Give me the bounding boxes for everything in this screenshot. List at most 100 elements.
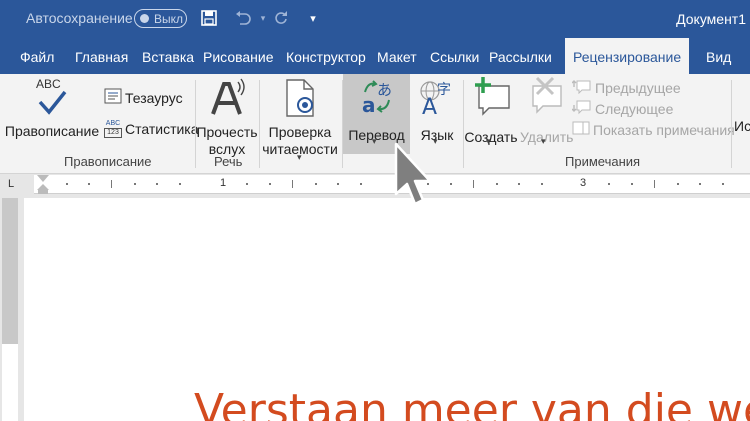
- document-title: Документ1: [676, 11, 746, 27]
- group-separator: [259, 80, 260, 168]
- delete-comment-icon: [520, 76, 572, 120]
- ruler-mark: [496, 183, 498, 185]
- previous-comment-label: Предыдущее: [595, 79, 681, 96]
- proofing-group-label: Правописание: [64, 154, 152, 169]
- next-comment-label: Следующее: [595, 100, 674, 117]
- previous-comment-button[interactable]: Предыдущее: [571, 78, 681, 97]
- mouse-cursor-icon: [394, 142, 432, 206]
- speech-group-label: Речь: [214, 154, 243, 169]
- ruler-mark: [360, 183, 362, 185]
- svg-text:a: a: [362, 93, 376, 116]
- ruler-mark: [292, 180, 293, 188]
- svg-text:A: A: [422, 95, 437, 116]
- svg-text:字: 字: [437, 82, 451, 98]
- translate-icon: aあ: [343, 78, 410, 120]
- show-comments-icon: [572, 120, 590, 139]
- word-count-icon: ABC 123: [104, 120, 122, 138]
- ruler-mark: [450, 183, 452, 185]
- indent-marker-icon[interactable]: [35, 175, 51, 194]
- customize-toolbar-icon[interactable]: ▾: [302, 6, 324, 30]
- ruler-mark: [269, 183, 271, 185]
- translate-button[interactable]: aあ Перевод: [343, 78, 410, 144]
- word-count-icon-bottom: 123: [104, 128, 122, 138]
- tab-file[interactable]: Файл: [20, 38, 54, 74]
- ruler-mark: [699, 183, 701, 185]
- ribbon: ABC Правописание Тезаурус ABC 123 Статис…: [0, 74, 750, 174]
- ruler-mark: [337, 183, 339, 185]
- spelling-button[interactable]: ABC Правописание: [4, 76, 100, 140]
- ruler-mark: [88, 183, 90, 185]
- comments-group-label: Примечания: [565, 154, 641, 169]
- tab-layout[interactable]: Макет: [377, 38, 417, 74]
- ruler-mark: [315, 183, 317, 185]
- new-comment-dropdown-icon[interactable]: ▾: [486, 136, 491, 147]
- ruler-mark: [654, 180, 655, 188]
- delete-comment-button[interactable]: Удалить: [520, 76, 574, 146]
- title-bar: Автосохранение Выкл ▾ ▾ Документ1: [0, 0, 750, 38]
- ruler-mark: [631, 183, 633, 185]
- document-text[interactable]: Verstaan meer van die wê: [194, 385, 750, 421]
- save-icon[interactable]: [198, 6, 220, 30]
- thesaurus-label: Тезаурус: [125, 89, 183, 106]
- read-aloud-button[interactable]: Прочесть вслух: [196, 78, 258, 158]
- tab-stop-selector-icon[interactable]: L: [2, 178, 20, 192]
- group-separator: [731, 80, 732, 168]
- ruler-mark: [246, 183, 248, 185]
- cut-off-ribbon-button[interactable]: Ис: [734, 118, 750, 134]
- ruler-mark: [541, 183, 543, 185]
- language-icon: 字A: [414, 78, 460, 120]
- undo-icon[interactable]: [232, 6, 254, 30]
- tab-review[interactable]: Рецензирование: [565, 38, 690, 74]
- read-aloud-label-line1: Прочесть: [196, 124, 258, 140]
- toggle-knob: [140, 14, 149, 23]
- next-comment-icon: [571, 99, 592, 118]
- previous-comment-icon: [571, 78, 592, 97]
- ruler-mark: [66, 183, 68, 185]
- word-count-label: Статистика: [125, 121, 199, 137]
- ruler-mark: [473, 180, 474, 188]
- tab-references[interactable]: Ссылки: [430, 38, 479, 74]
- ruler-number: 1: [220, 177, 227, 189]
- svg-text:あ: あ: [377, 81, 392, 99]
- thesaurus-icon: [104, 88, 122, 107]
- tab-design[interactable]: Конструктор: [286, 38, 366, 74]
- ruler-mark: [134, 183, 136, 185]
- ruler-mark: [179, 183, 181, 185]
- new-comment-button[interactable]: Создать: [463, 76, 519, 146]
- show-comments-button[interactable]: Показать примечания: [572, 120, 735, 139]
- delete-comment-dropdown-icon[interactable]: ▾: [541, 136, 546, 147]
- ruler-mark: [156, 183, 158, 185]
- autosave-state: Выкл: [154, 12, 184, 26]
- tab-insert[interactable]: Вставка: [142, 38, 194, 74]
- tab-draw[interactable]: Рисование: [203, 38, 274, 74]
- ruler-number: 3: [580, 177, 587, 189]
- read-aloud-icon: [196, 78, 258, 122]
- spelling-check-icon: ABC: [32, 76, 72, 118]
- accessibility-dropdown-icon[interactable]: ▾: [297, 152, 302, 163]
- thesaurus-button[interactable]: Тезаурус: [104, 88, 183, 107]
- vertical-ruler-margin: [2, 198, 18, 344]
- ruler-mark: [722, 183, 724, 185]
- new-comment-icon: [463, 76, 519, 120]
- language-button[interactable]: 字A Язык: [414, 78, 460, 144]
- new-comment-label: Создать: [464, 129, 518, 145]
- show-comments-label: Показать примечания: [593, 121, 735, 138]
- translate-dropdown-icon[interactable]: ▾: [372, 136, 377, 147]
- ribbon-tabs: Файл Главная Вставка Рисование Конструкт…: [0, 38, 750, 74]
- word-count-button[interactable]: ABC 123 Статистика: [104, 120, 199, 138]
- tab-view[interactable]: Вид: [706, 38, 731, 74]
- tab-home[interactable]: Главная: [75, 38, 128, 74]
- autosave-label: Автосохранение: [26, 10, 133, 26]
- check-accessibility-button[interactable]: Проверка читаемости: [262, 78, 338, 158]
- ruler-mark: [518, 183, 520, 185]
- ruler-mark: [677, 183, 679, 185]
- delete-comment-label: Удалить: [520, 129, 574, 145]
- tab-mailings[interactable]: Рассылки: [489, 38, 552, 74]
- next-comment-button[interactable]: Следующее: [571, 99, 674, 118]
- accessibility-document-icon: [262, 78, 338, 122]
- autosave-toggle[interactable]: Выкл: [134, 9, 187, 28]
- check-accessibility-label-line1: Проверка: [268, 124, 332, 140]
- spelling-label: Правописание: [4, 123, 100, 139]
- redo-icon[interactable]: [270, 6, 292, 30]
- word-count-icon-top: ABC: [105, 120, 121, 127]
